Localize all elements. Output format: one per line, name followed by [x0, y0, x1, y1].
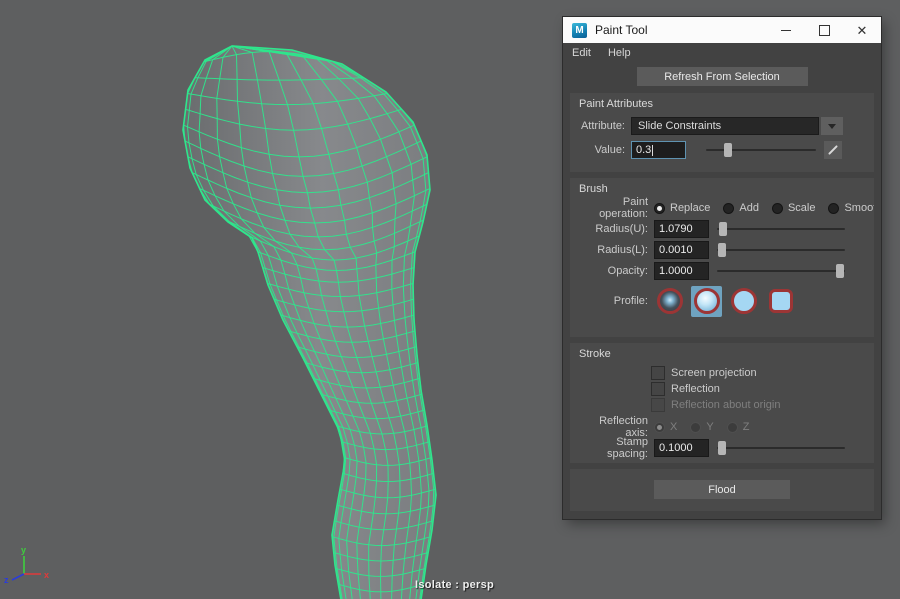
soft-brush-icon	[694, 288, 720, 314]
value-slider[interactable]	[706, 142, 816, 158]
maximize-icon	[819, 25, 830, 36]
checkbox-reflection[interactable]: Reflection	[651, 382, 720, 396]
radio-axis-x: X	[654, 421, 677, 433]
checkbox-screen-projection[interactable]: Screen projection	[651, 366, 757, 380]
profile-solid-button[interactable]	[728, 286, 759, 317]
profile-label: Profile:	[578, 295, 654, 307]
window-title: Paint Tool	[595, 23, 647, 37]
menubar: Edit Help	[563, 43, 881, 62]
radius-u-input[interactable]: 1.0790	[654, 220, 709, 238]
stroke-section: Stroke Screen projection Reflection Refl…	[570, 343, 874, 463]
radio-axis-y: Y	[690, 421, 713, 433]
stamp-spacing-label: Stamp spacing:	[578, 436, 654, 460]
axis-x-label: x	[44, 570, 49, 580]
attribute-dropdown-button[interactable]	[821, 117, 843, 135]
checkbox-reflection-about-origin: Reflection about origin	[651, 398, 780, 412]
maximize-button[interactable]	[805, 17, 843, 43]
opacity-slider[interactable]	[717, 263, 845, 279]
text-cursor	[652, 145, 653, 156]
brush-title: Brush	[570, 178, 874, 196]
square-brush-icon	[769, 289, 793, 313]
minimize-button[interactable]	[767, 17, 805, 43]
minimize-icon	[781, 30, 791, 31]
slider-handle[interactable]	[718, 441, 726, 455]
profile-gaussian-button[interactable]	[654, 286, 685, 317]
maya-app-icon: M	[572, 23, 587, 38]
radius-l-input[interactable]: 0.0010	[654, 241, 709, 259]
refresh-from-selection-button[interactable]: Refresh From Selection	[637, 67, 808, 86]
menu-edit[interactable]: Edit	[572, 47, 591, 59]
radio-axis-z: Z	[727, 421, 750, 433]
close-button[interactable]: ✕	[843, 17, 881, 43]
attribute-label: Attribute:	[578, 120, 631, 132]
axis-y-label: y	[21, 545, 26, 555]
flood-button[interactable]: Flood	[654, 480, 790, 499]
slider-handle[interactable]	[724, 143, 732, 157]
paint-tool-window: M Paint Tool ✕ Edit Help Refresh From Se…	[563, 17, 881, 519]
radio-add[interactable]: Add	[723, 202, 759, 214]
brush-section: Brush Paint operation: Replace Add Scale…	[570, 178, 874, 337]
paint-operation-label: Paint operation:	[578, 196, 654, 220]
slider-handle[interactable]	[836, 264, 844, 278]
menu-help[interactable]: Help	[608, 47, 631, 59]
flood-section: Flood	[570, 469, 874, 511]
attribute-dropdown-value[interactable]: Slide Constraints	[631, 117, 819, 135]
radius-l-label: Radius(L):	[578, 244, 654, 256]
axis-z-label: z	[4, 575, 9, 585]
attribute-dropdown[interactable]: Slide Constraints	[631, 117, 843, 135]
stamp-spacing-input[interactable]: 0.1000	[654, 439, 709, 457]
radio-replace[interactable]: Replace	[654, 202, 710, 214]
opacity-label: Opacity:	[578, 265, 654, 277]
close-icon: ✕	[857, 24, 868, 37]
slider-handle[interactable]	[718, 243, 726, 257]
value-picker-button[interactable]	[824, 141, 842, 159]
gaussian-brush-icon	[657, 288, 683, 314]
stamp-spacing-slider[interactable]	[717, 440, 845, 456]
viewport-hud-label: Isolate : persp	[415, 579, 494, 591]
opacity-input[interactable]: 1.0000	[654, 262, 709, 280]
radio-scale[interactable]: Scale	[772, 202, 816, 214]
profile-soft-button[interactable]	[691, 286, 722, 317]
paint-attributes-title: Paint Attributes	[570, 93, 874, 111]
window-titlebar[interactable]: M Paint Tool ✕	[563, 17, 881, 43]
pen-icon	[828, 145, 838, 155]
stroke-title: Stroke	[570, 343, 874, 361]
radius-u-slider[interactable]	[717, 221, 845, 237]
radius-u-label: Radius(U):	[578, 223, 654, 235]
solid-brush-icon	[731, 288, 757, 314]
axis-gizmo: y x z	[2, 543, 56, 591]
chevron-down-icon	[828, 124, 836, 129]
value-input[interactable]: 0.3	[631, 141, 686, 159]
slider-handle[interactable]	[719, 222, 727, 236]
paint-attributes-section: Paint Attributes Attribute: Slide Constr…	[570, 93, 874, 172]
radio-smooth[interactable]: Smooth	[828, 202, 874, 214]
radius-l-slider[interactable]	[717, 242, 845, 258]
profile-square-button[interactable]	[765, 286, 796, 317]
value-label: Value:	[578, 144, 631, 156]
